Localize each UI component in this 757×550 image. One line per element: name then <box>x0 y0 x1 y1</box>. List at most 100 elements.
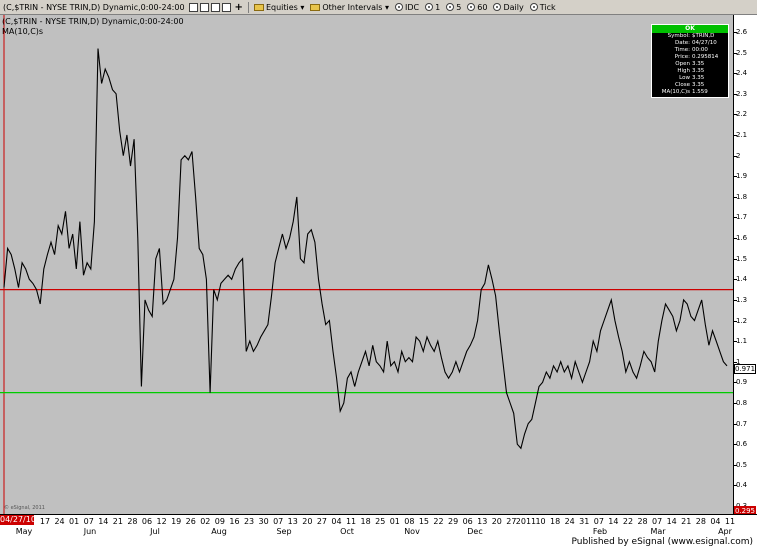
x-month-label: Apr <box>718 527 732 536</box>
y-tick-label: 2 <box>736 151 741 160</box>
x-day-label: 07 <box>652 517 663 526</box>
interval-5[interactable]: 5 <box>443 0 464 15</box>
x-day-label: 09 <box>214 517 225 526</box>
chart-svg <box>0 15 733 514</box>
separator <box>247 1 249 13</box>
x-axis[interactable]: 17 24 01 07 14 21 28 06 12 19 26 02 09 16 23 30 07 13 20 27… <box>0 514 757 536</box>
y-tick-label: 1.4 <box>736 275 748 284</box>
x-day-label: 21 <box>681 517 692 526</box>
radio-icon <box>529 3 538 11</box>
folder-icon <box>310 3 321 11</box>
x-day-label: 27 <box>316 517 327 526</box>
x-day-label: 16 <box>229 517 240 526</box>
interval-tick[interactable]: Tick <box>527 0 559 15</box>
info-row: MA(10,C)s 1.559 <box>652 89 728 96</box>
x-day-label: 20 <box>302 517 313 526</box>
toolbar: (C,$TRIN - NYSE TRIN,D) Dynamic,0:00-24:… <box>0 0 757 15</box>
plot-area[interactable] <box>0 15 733 514</box>
interval-1[interactable]: 1 <box>422 0 443 15</box>
y-axis[interactable]: 2.6 2.5 2.4 2.3 2.2 2.1 2 1.9 1.8 1.7 1.6 1.5 1.4 1.3… <box>733 15 757 514</box>
info-value: 1.559 <box>692 89 708 95</box>
interval-idc[interactable]: IDC <box>392 0 422 15</box>
x-day-label: 07 <box>593 517 604 526</box>
y-tick-label: 2.3 <box>736 89 748 98</box>
x-day-label: 11 <box>345 517 357 526</box>
info-key: Low <box>679 75 690 81</box>
info-row: High 3.35 <box>652 68 728 75</box>
x-day-label: 22 <box>433 517 444 526</box>
x-day-label: 26 <box>185 517 196 526</box>
radio-icon <box>493 3 502 11</box>
info-value: 3.35 <box>692 68 705 74</box>
info-value: 0.295814 <box>692 54 719 60</box>
x-month-label: Dec <box>467 527 483 536</box>
other-intervals-menu[interactable]: Other Intervals ▾ <box>307 0 392 15</box>
x-day-label: 13 <box>477 517 488 526</box>
interval-1-label: 1 <box>435 2 441 12</box>
start-date-marker: 04/27/10 <box>0 515 36 525</box>
y-tick-label: 1.1 <box>736 337 748 346</box>
interval-idc-label: IDC <box>405 2 420 12</box>
y-tick-label: 2.4 <box>736 69 748 78</box>
info-row: Low 3.35 <box>652 75 728 82</box>
x-day-label: 07 <box>83 517 94 526</box>
x-day-label: 08 <box>404 517 415 526</box>
chart-button-3[interactable] <box>210 2 220 12</box>
y-tick-label: 2.6 <box>736 28 748 36</box>
radio-icon <box>467 3 476 11</box>
equities-menu[interactable]: Equities ▾ <box>251 0 307 15</box>
x-day-label: 04 <box>331 517 342 526</box>
toolbar-title: (C,$TRIN - NYSE TRIN,D) Dynamic,0:00-24:… <box>3 2 185 12</box>
equities-label: Equities <box>265 2 298 12</box>
interval-daily[interactable]: Daily <box>490 0 526 15</box>
chart-button-4[interactable] <box>221 2 231 12</box>
chart-button-1[interactable] <box>188 2 198 12</box>
interval-60[interactable]: 60 <box>464 0 490 15</box>
x-day-label: 28 <box>695 517 706 526</box>
x-day-label: 12 <box>156 517 167 526</box>
info-key: Close <box>675 82 690 88</box>
x-day-label: 11 <box>724 517 736 526</box>
interval-daily-label: Daily <box>503 2 524 12</box>
y-tick-label: 2.2 <box>736 110 748 119</box>
info-key: High <box>677 68 690 74</box>
chart-title: (C,$TRIN - NYSE TRIN,D) Dynamic,0:00-24:… <box>2 17 184 26</box>
radio-icon <box>395 3 403 11</box>
info-key: Price: <box>674 54 690 60</box>
info-key: Symbol: <box>667 33 690 39</box>
info-key: Time: <box>674 47 690 53</box>
x-day-label: 23 <box>243 517 255 526</box>
info-value: 04/27/10 <box>692 40 717 46</box>
y-tick-label: 0.8 <box>736 398 748 407</box>
x-day-label: 28 <box>637 517 648 526</box>
x-day-label: 14 <box>666 517 677 526</box>
cursor-info-window[interactable]: OK Symbol: $TRIN,D Date: 04/27/10 Time: 00:00… <box>651 24 729 98</box>
other-intervals-label: Other Intervals <box>322 2 383 12</box>
x-day-label: 10 <box>535 517 546 526</box>
x-day-label: 01 <box>389 517 400 526</box>
x-month-label: May <box>15 527 33 536</box>
x-day-label: 30 <box>258 517 269 526</box>
x-day-label: 18 <box>550 517 561 526</box>
x-day-label: 18 <box>360 517 371 526</box>
info-key: Date: <box>675 40 690 46</box>
x-day-label: 02 <box>200 517 211 526</box>
x-month-label: Jun <box>83 527 97 536</box>
x-day-label: 22 <box>622 517 634 526</box>
x-month-label: Feb <box>592 527 608 536</box>
add-icon[interactable]: + <box>232 0 246 15</box>
x-day-label: 24 <box>54 517 65 526</box>
info-row: Time: 00:00 <box>652 47 728 54</box>
interval-5-label: 5 <box>456 2 462 12</box>
info-status: OK <box>652 25 728 33</box>
x-day-label: 07 <box>273 517 284 526</box>
x-day-label: 15 <box>418 517 430 526</box>
info-value: 3.35 <box>692 75 705 81</box>
x-day-label: 01 <box>69 517 80 526</box>
y-tick-label: 0.7 <box>736 419 748 428</box>
chart-button-2[interactable] <box>199 2 209 12</box>
info-value: $TRIN,D <box>692 33 715 39</box>
published-by: Published by eSignal (www.esignal.com) <box>571 537 753 547</box>
y-tick-label: 1.9 <box>736 172 748 181</box>
y-tick-label: 0.4 <box>736 481 748 490</box>
